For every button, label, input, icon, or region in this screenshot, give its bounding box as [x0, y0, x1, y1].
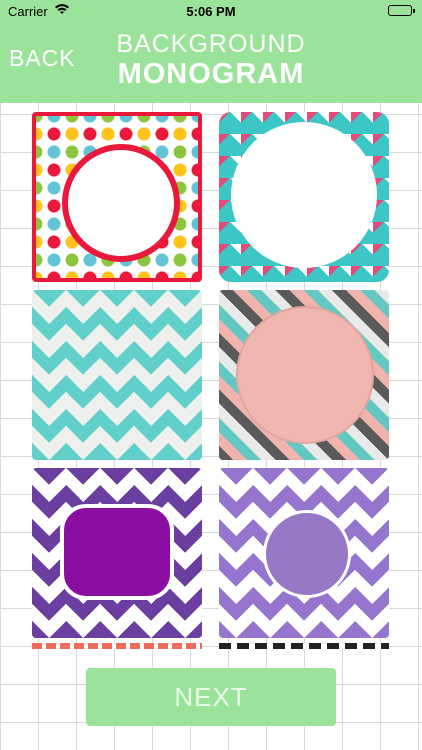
monogram-circle-frame [263, 510, 351, 598]
monogram-circle-frame [231, 122, 377, 268]
header-bar: Carrier 5:06 PM BACK BACKGROUND MONOGRAM [0, 0, 422, 103]
background-tile-teal-triangles[interactable] [219, 112, 389, 282]
background-tile-teal-chevron[interactable] [32, 290, 202, 460]
background-tile-lavender-chevron-circle[interactable] [219, 468, 389, 638]
background-tile-tribal-pink-circle[interactable] [219, 290, 389, 460]
next-button[interactable]: NEXT [86, 668, 336, 726]
status-bar: Carrier 5:06 PM [0, 0, 422, 22]
background-tile-partial[interactable] [219, 643, 389, 649]
background-tile-partial[interactable] [32, 643, 202, 649]
background-tile-polka-dots[interactable] [32, 112, 202, 282]
monogram-label-frame [60, 504, 174, 600]
monogram-circle-frame [62, 144, 180, 262]
battery-icon [388, 5, 415, 16]
page-title-line1: BACKGROUND [116, 30, 306, 58]
status-time: 5:06 PM [186, 4, 236, 19]
background-tile-purple-chevron-label[interactable] [32, 468, 202, 638]
monogram-circle-frame [238, 308, 372, 442]
page-title-line2: MONOGRAM [117, 58, 305, 90]
